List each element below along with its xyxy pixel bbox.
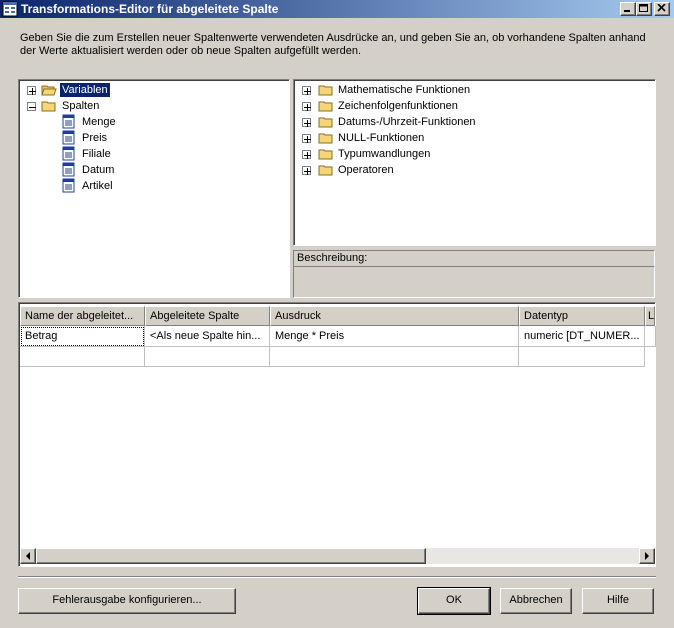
folder-icon [318,85,333,96]
expand-plus-icon[interactable] [302,150,311,159]
expand-plus-icon[interactable] [302,86,311,95]
configure-error-output-button[interactable]: Fehlerausgabe konfigurieren... [18,588,236,614]
derived-columns-grid[interactable]: Name der abgeleitet... Abgeleitete Spalt… [18,302,656,567]
expand-plus-icon[interactable] [27,86,36,95]
folder-open-icon [41,85,57,96]
folder-icon [318,149,333,160]
column-header-expression[interactable]: Ausdruck [270,306,519,326]
description-panel [293,267,655,298]
grid-cell-derived-column[interactable]: <Als neue Spalte hin... [145,326,270,347]
column-icon [62,178,75,193]
function-category-label[interactable]: Datums-/Uhrzeit-Funktionen [336,115,478,129]
tree-node-function-category[interactable]: Operatoren [302,162,602,178]
function-category-label[interactable]: Typumwandlungen [336,147,432,161]
grid-new-row-cell[interactable] [519,347,645,367]
function-category-label[interactable]: Operatoren [336,163,396,177]
scroll-thumb[interactable] [36,548,426,564]
tree-node-function-category[interactable]: Datums-/Uhrzeit-Funktionen [302,114,602,130]
tree-item-column[interactable]: Preis [61,130,181,146]
description-header: Beschreibung: [293,250,655,267]
tree-node-function-category[interactable]: Zeichenfolgenfunktionen [302,98,602,114]
grid-new-row-cell[interactable] [20,347,145,367]
variables-columns-tree[interactable]: Variablen Spalten Menge Preis Filiale Da… [18,79,290,298]
column-icon [62,130,75,145]
tree-item-column[interactable]: Datum [61,162,181,178]
column-icon [62,146,75,161]
grid-new-row-cell[interactable] [145,347,270,367]
folder-icon [318,133,333,144]
folder-icon [318,117,333,128]
tree-node-function-category[interactable]: Mathematische Funktionen [302,82,602,98]
minimize-button[interactable] [620,2,636,16]
function-category-label[interactable]: Mathematische Funktionen [336,83,472,97]
column-header-derived-name[interactable]: Name der abgeleitet... [20,306,145,326]
tree-label-column[interactable]: Artikel [80,179,115,193]
title-bar[interactable]: Transformations-Editor für abgeleitete S… [0,0,674,18]
grid-horizontal-scrollbar[interactable] [20,548,655,564]
scroll-left-button[interactable] [20,548,36,564]
intro-text: Geben Sie die zum Erstellen neuer Spalte… [20,32,646,57]
arrow-right-icon [645,552,649,560]
folder-icon [318,101,333,112]
tree-label-column[interactable]: Preis [80,131,109,145]
tree-node-function-category[interactable]: Typumwandlungen [302,146,602,162]
tree-label-column[interactable]: Datum [80,163,116,177]
expand-plus-icon[interactable] [302,166,311,175]
minimize-icon [624,10,630,12]
function-category-label[interactable]: NULL-Funktionen [336,131,426,145]
column-icon [62,114,75,129]
tree-label-column[interactable]: Menge [80,115,118,129]
grid-cell-expression[interactable]: Menge * Preis [270,326,519,347]
window-title: Transformations-Editor für abgeleitete S… [21,2,279,16]
grid-cell-derived-name[interactable]: Betrag [20,326,145,347]
arrow-left-icon [26,552,30,560]
tree-item-column[interactable]: Menge [61,114,181,130]
column-header-derived-column[interactable]: Abgeleitete Spalte [145,306,270,326]
column-header-data-type[interactable]: Datentyp [519,306,645,326]
maximize-icon [639,4,648,12]
tree-item-column[interactable]: Artikel [61,178,181,194]
folder-icon [41,101,56,112]
expand-plus-icon[interactable] [302,102,311,111]
scroll-right-button[interactable] [639,548,655,564]
function-category-label[interactable]: Zeichenfolgenfunktionen [336,99,460,113]
grid-cell-data-type[interactable]: numeric [DT_NUMER... [519,326,645,347]
grid-cell-length[interactable] [645,326,656,347]
close-button[interactable] [654,2,670,16]
tree-label-columns[interactable]: Spalten [60,99,101,113]
collapse-minus-icon[interactable] [27,102,36,111]
expand-plus-icon[interactable] [302,134,311,143]
app-icon [2,1,18,17]
tree-label-variables[interactable]: Variablen [59,82,111,98]
column-header-length[interactable]: L [645,306,655,326]
grid-new-row-cell[interactable] [270,347,519,367]
column-icon [62,162,75,177]
tree-node-columns[interactable]: Spalten [25,98,225,114]
help-button[interactable]: Hilfe [582,588,654,614]
tree-item-column[interactable]: Filiale [61,146,181,162]
tree-label-column[interactable]: Filiale [80,147,113,161]
close-icon [657,4,666,12]
expand-plus-icon[interactable] [302,118,311,127]
tree-node-function-category[interactable]: NULL-Funktionen [302,130,602,146]
cancel-button[interactable]: Abbrechen [500,588,572,614]
maximize-button[interactable] [636,2,652,16]
separator [18,576,656,578]
functions-tree[interactable]: Mathematische Funktionen Zeichenfolgenfu… [293,79,656,246]
tree-node-variables[interactable]: Variablen [25,82,225,98]
folder-icon [318,165,333,176]
ok-button[interactable]: OK [417,587,491,615]
